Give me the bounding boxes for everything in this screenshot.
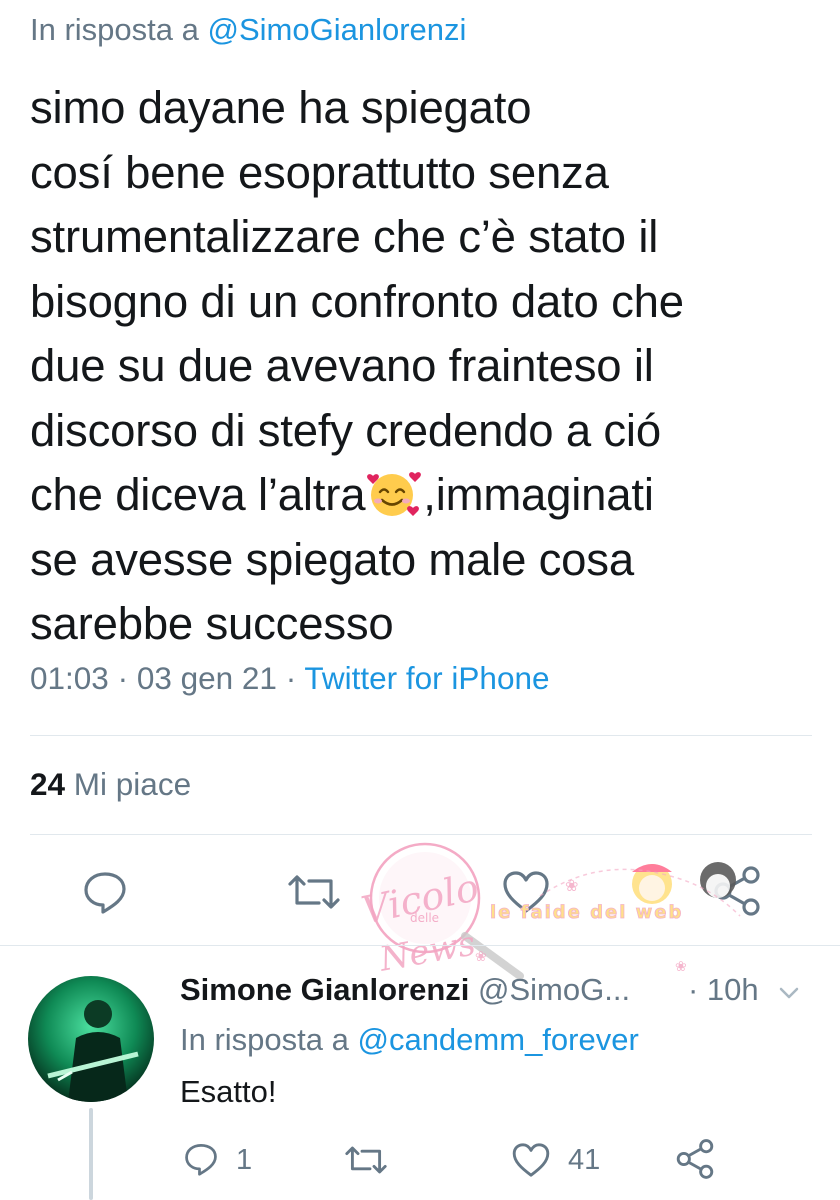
smiling-face-with-hearts-icon xyxy=(367,472,422,516)
like-button[interactable] xyxy=(500,867,552,917)
tweet-timestamp: 01:03 · 03 gen 21 · xyxy=(30,660,305,696)
tweet-text-line: che diceva l’altra ,immaginati xyxy=(30,463,820,528)
avatar-image xyxy=(28,976,154,1102)
likes-label: Mi piace xyxy=(65,766,192,802)
paw-icon: ❀ xyxy=(675,958,687,974)
tweet-text-line: cosí bene esoprattutto senza xyxy=(30,146,609,198)
reply-like-button[interactable]: 41 xyxy=(510,1140,620,1180)
reply-likes-count: 41 xyxy=(568,1144,601,1176)
heart-icon xyxy=(503,871,549,913)
tweet-text-line: bisogno di un confronto dato che xyxy=(30,275,684,327)
divider xyxy=(30,735,812,736)
paw-icon: ❀ xyxy=(565,878,578,895)
watermark-brand-line2: delle xyxy=(410,911,439,925)
reply-to-handle-link[interactable]: @SimoGianlorenzi xyxy=(207,12,466,47)
heart-icon xyxy=(512,1143,550,1177)
tweet-meta: 01:03 · 03 gen 21 · Twitter for iPhone xyxy=(30,660,550,697)
divider xyxy=(30,834,812,835)
tweet-text-line: simo dayane ha spiegato xyxy=(30,82,532,133)
reply-reply-button[interactable]: 1 xyxy=(182,1140,262,1180)
reply-retweet-button[interactable] xyxy=(343,1140,389,1180)
reply-to-prefix: In risposta a xyxy=(30,12,208,47)
tweet-text-line: strumentalizzare che c’è stato il xyxy=(30,211,659,262)
retweet-button[interactable] xyxy=(286,867,342,917)
reply-icon xyxy=(84,872,126,914)
retweet-icon xyxy=(345,1146,387,1174)
reply-menu-button[interactable] xyxy=(776,980,802,1006)
reply-to-line: In risposta a @SimoGianlorenzi xyxy=(30,12,466,48)
reply-reply-to-handle-link[interactable]: @candemm_forever xyxy=(357,1022,638,1057)
reply-reply-to-line: In risposta a @candemm_forever xyxy=(180,1022,639,1058)
thread-line xyxy=(89,1108,93,1200)
tweet-text-segment: ,immaginati xyxy=(423,469,654,520)
tweet-text-line: se avesse spiegato male cosa xyxy=(30,533,634,585)
avatar[interactable] xyxy=(28,976,154,1102)
watermark-mascot-blonde xyxy=(632,864,672,904)
paw-icon: ❀ xyxy=(475,948,487,964)
reply-replies-count: 1 xyxy=(236,1144,253,1176)
share-button[interactable] xyxy=(712,865,762,917)
share-icon xyxy=(676,1139,714,1179)
reply-share-button[interactable] xyxy=(675,1138,715,1180)
reply-icon xyxy=(185,1143,217,1176)
reply-timestamp: · 10h xyxy=(688,972,759,1007)
reply-text: Esatto! xyxy=(180,1074,277,1109)
retweet-icon xyxy=(288,875,340,909)
watermark-brand-line1: Vicolo xyxy=(358,865,483,933)
share-icon xyxy=(714,866,760,916)
reply-header: Simone Gianlorenzi @SimoG... xyxy=(180,972,630,1008)
tweet-text-segment: che diceva l’altra xyxy=(30,469,366,520)
tweet-text-line: due su due avevano frainteso il xyxy=(30,340,654,391)
tweet-text-line: discorso di stefy credendo a ció xyxy=(30,404,661,456)
reply-author-name[interactable]: Simone Gianlorenzi xyxy=(180,972,469,1007)
tweet-text-line: sarebbe successo xyxy=(30,598,394,649)
reply-author-handle[interactable]: @SimoG... xyxy=(469,972,630,1007)
reply-button[interactable] xyxy=(80,867,130,917)
likes-summary[interactable]: 24 Mi piace xyxy=(30,766,191,803)
likes-count: 24 xyxy=(30,766,66,802)
divider xyxy=(0,945,840,946)
tweet-source-link[interactable]: Twitter for iPhone xyxy=(304,660,549,696)
chevron-down-icon xyxy=(779,987,799,999)
reply-reply-to-prefix: In risposta a xyxy=(180,1022,358,1057)
tweet-text: simo dayane ha spiegato cosí bene esopra… xyxy=(30,76,820,657)
